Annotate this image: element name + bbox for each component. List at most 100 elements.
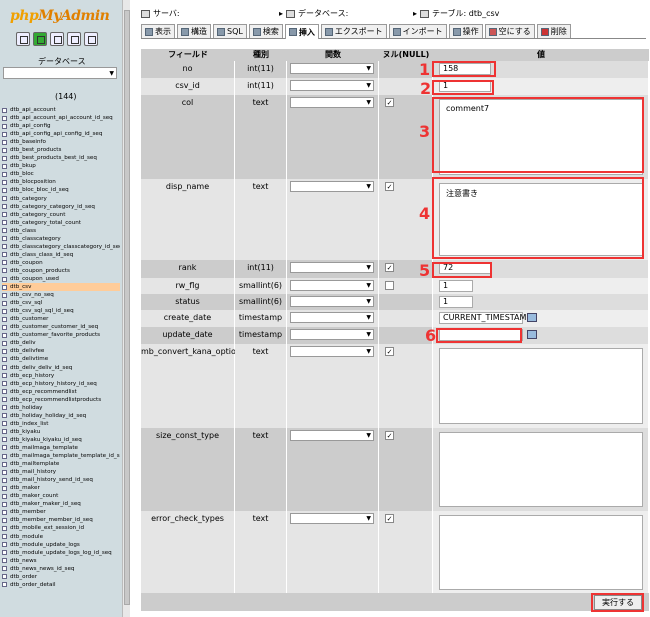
value-input[interactable]: [439, 329, 523, 341]
table-icon[interactable]: [2, 115, 7, 121]
function-select[interactable]: [290, 97, 374, 108]
table-name[interactable]: dtb_module_update_logs: [10, 541, 80, 549]
table-name[interactable]: dtb_csv_no_seq: [10, 291, 54, 299]
table-name[interactable]: dtb_order: [10, 573, 37, 581]
table-name[interactable]: dtb_mail_history: [10, 468, 56, 476]
table-name[interactable]: dtb_ecp_recommendlistproducts: [10, 396, 101, 404]
table-icon[interactable]: [2, 429, 7, 435]
execute-button[interactable]: 実行する: [594, 595, 642, 610]
table-icon[interactable]: [2, 228, 7, 234]
table-icon[interactable]: [2, 163, 7, 169]
table-name[interactable]: dtb_deliv: [10, 339, 36, 347]
table-icon[interactable]: [2, 324, 7, 330]
sidebar-table-item[interactable]: dtb_maker_count: [2, 492, 120, 500]
table-icon[interactable]: [2, 308, 7, 314]
table-icon[interactable]: [2, 381, 7, 387]
value-input[interactable]: 1: [439, 280, 473, 292]
value-input[interactable]: CURRENT_TIMESTAM: [439, 312, 526, 324]
function-select[interactable]: [290, 296, 374, 307]
sidebar-table-item[interactable]: dtb_api_config: [2, 122, 120, 130]
sidebar-table-item[interactable]: dtb_mailmaga_template: [2, 444, 120, 452]
table-icon[interactable]: [2, 260, 7, 266]
table-name[interactable]: dtb_ecp_history: [10, 372, 54, 380]
sidebar-table-item[interactable]: dtb_news_news_id_seq: [2, 565, 120, 573]
table-name[interactable]: dtb_holiday_holiday_id_seq: [10, 412, 86, 420]
sidebar-table-item[interactable]: dtb_kiyaku_kiyaku_id_seq: [2, 436, 120, 444]
table-icon[interactable]: [2, 316, 7, 322]
sidebar-table-item[interactable]: dtb_news: [2, 557, 120, 565]
sidebar-table-item[interactable]: dtb_ecp_recommendlist: [2, 388, 120, 396]
table-icon[interactable]: [2, 252, 7, 258]
table-icon[interactable]: [2, 107, 7, 113]
sidebar-table-item[interactable]: dtb_deliv_deliv_id_seq: [2, 364, 120, 372]
scrollbar-thumb[interactable]: [124, 10, 130, 605]
table-icon[interactable]: [2, 179, 7, 185]
sidebar-table-item[interactable]: dtb_deliv: [2, 339, 120, 347]
help-icon[interactable]: [84, 32, 98, 46]
table-icon[interactable]: [2, 405, 7, 411]
exit-icon[interactable]: [33, 32, 47, 46]
table-name[interactable]: dtb_blocposition: [10, 178, 56, 186]
sidebar-table-item[interactable]: dtb_customer_favorite_products: [2, 331, 120, 339]
function-select[interactable]: [290, 329, 374, 340]
table-icon[interactable]: [2, 582, 7, 588]
value-textarea[interactable]: [439, 515, 643, 590]
table-icon[interactable]: [2, 268, 7, 274]
breadcrumb-server[interactable]: サーバ:: [141, 8, 180, 19]
function-select[interactable]: [290, 80, 374, 91]
sidebar-table-item[interactable]: dtb_classcategory_classcategory_id_seq: [2, 243, 120, 251]
docs-icon[interactable]: [67, 32, 81, 46]
table-icon[interactable]: [2, 292, 7, 298]
tab-1[interactable]: 構造: [177, 24, 211, 38]
value-input[interactable]: 1: [439, 296, 473, 308]
table-icon[interactable]: [2, 542, 7, 548]
table-icon[interactable]: [2, 413, 7, 419]
table-icon[interactable]: [2, 147, 7, 153]
table-icon[interactable]: [2, 356, 7, 362]
null-checkbox[interactable]: ✓: [385, 182, 394, 191]
table-icon[interactable]: [2, 300, 7, 306]
table-name[interactable]: dtb_maker_maker_id_seq: [10, 500, 81, 508]
sidebar-table-item[interactable]: dtb_order_detail: [2, 581, 120, 589]
table-icon[interactable]: [2, 284, 7, 290]
breadcrumb-database[interactable]: ▸ データベース:: [279, 8, 348, 19]
table-name[interactable]: dtb_coupon_used: [10, 275, 59, 283]
table-name[interactable]: dtb_delivfee: [10, 347, 44, 355]
sidebar-table-item[interactable]: dtb_member_member_id_seq: [2, 516, 120, 524]
table-name[interactable]: dtb_customer: [10, 315, 48, 323]
table-name[interactable]: dtb_category_category_id_seq: [10, 203, 95, 211]
sidebar-table-item[interactable]: dtb_csv: [2, 283, 120, 292]
sidebar-table-item[interactable]: dtb_api_config_api_config_id_seq: [2, 130, 120, 138]
table-name[interactable]: dtb_kiyaku_kiyaku_id_seq: [10, 436, 82, 444]
table-name[interactable]: dtb_api_account: [10, 106, 56, 114]
table-name[interactable]: dtb_mailtemplate: [10, 460, 59, 468]
table-icon[interactable]: [2, 171, 7, 177]
table-icon[interactable]: [2, 469, 7, 475]
table-name[interactable]: dtb_api_config: [10, 122, 51, 130]
tab-0[interactable]: 表示: [141, 24, 175, 38]
table-icon[interactable]: [2, 501, 7, 507]
table-name[interactable]: dtb_mailmaga_template_template_id_seq: [10, 452, 120, 460]
sidebar-table-item[interactable]: dtb_mobile_ext_session_id: [2, 524, 120, 532]
table-icon[interactable]: [2, 365, 7, 371]
table-icon[interactable]: [2, 421, 7, 427]
phpmyadmin-logo[interactable]: phpMyAdmin: [10, 8, 110, 24]
sidebar-table-item[interactable]: dtb_kiyaku: [2, 428, 120, 436]
value-input[interactable]: 72: [439, 262, 491, 274]
table-name[interactable]: dtb_bloc_bloc_id_seq: [10, 186, 69, 194]
sidebar-table-item[interactable]: dtb_bloc_bloc_id_seq: [2, 186, 120, 194]
breadcrumb-table[interactable]: ▸ テーブル: dtb_csv: [413, 8, 499, 19]
table-name[interactable]: dtb_order_detail: [10, 581, 56, 589]
table-icon[interactable]: [2, 220, 7, 226]
sidebar-table-item[interactable]: dtb_api_account: [2, 106, 120, 114]
value-textarea[interactable]: [439, 348, 643, 424]
table-icon[interactable]: [2, 389, 7, 395]
table-icon[interactable]: [2, 453, 7, 459]
table-icon[interactable]: [2, 123, 7, 129]
sidebar-table-item[interactable]: dtb_classcategory: [2, 235, 120, 243]
table-name[interactable]: dtb_member: [10, 508, 46, 516]
sidebar-table-item[interactable]: dtb_customer: [2, 315, 120, 323]
table-name[interactable]: dtb_delivtime: [10, 355, 48, 363]
table-icon[interactable]: [2, 493, 7, 499]
table-icon[interactable]: [2, 517, 7, 523]
